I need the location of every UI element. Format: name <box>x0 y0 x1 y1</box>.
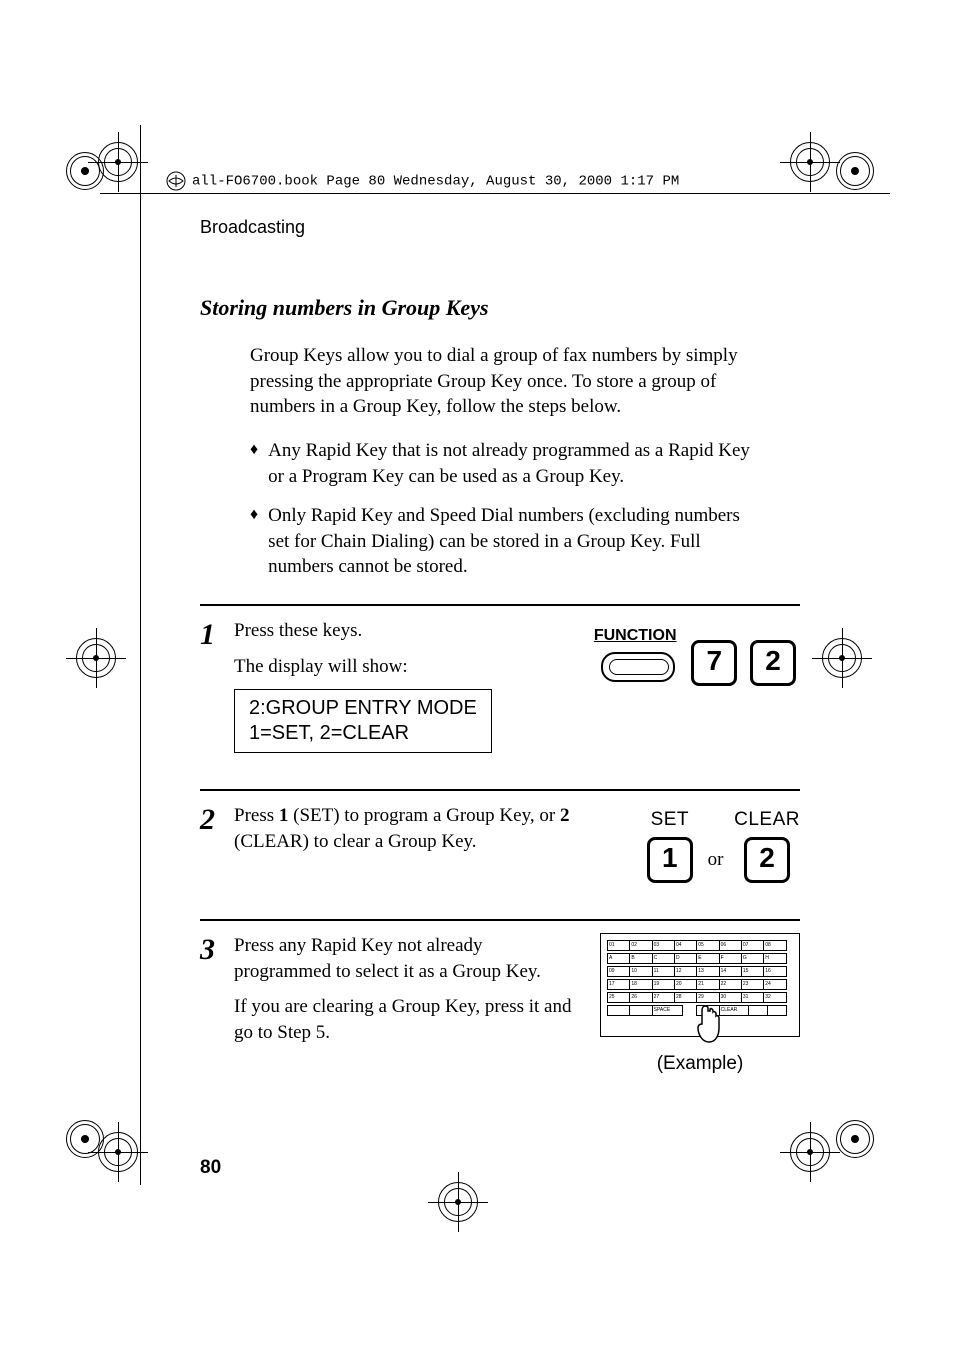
rapid-key-panel-illustration: 0102030405060708 ABCDEFGH 09101112131415… <box>600 933 800 1077</box>
crop-target-bot-left <box>98 1132 138 1172</box>
function-key-icon <box>601 652 675 682</box>
step-1-text: Press these keys. <box>234 618 576 644</box>
running-head: Broadcasting <box>200 215 800 239</box>
step-2: 2 Press 1 (SET) to program a Group Key, … <box>200 803 800 883</box>
bullet-text: Any Rapid Key that is not already progra… <box>268 438 762 489</box>
keypad-key-2: 2 <box>750 640 796 686</box>
clear-key-label: CLEAR <box>734 807 800 833</box>
bullet-text: Only Rapid Key and Speed Dial numbers (e… <box>268 503 762 580</box>
crop-target-mid-left <box>76 638 116 678</box>
crop-ball-top-right <box>836 152 874 190</box>
crop-ball-bot-right <box>836 1120 874 1158</box>
bullet-item: ♦ Only Rapid Key and Speed Dial numbers … <box>250 503 762 580</box>
function-key-label: FUNCTION <box>594 627 677 644</box>
divider <box>200 919 800 921</box>
step-1: 1 Press these keys. The display will sho… <box>200 618 800 753</box>
pointing-hand-icon <box>693 1004 723 1044</box>
book-path-text: all-FO6700.book Page 80 Wednesday, Augus… <box>192 174 679 190</box>
bullet-diamond-icon: ♦ <box>250 438 258 489</box>
section-title: Storing numbers in Group Keys <box>200 293 800 323</box>
bullet-diamond-icon: ♦ <box>250 503 258 580</box>
crop-target-bot-center <box>438 1182 478 1222</box>
book-icon <box>166 171 186 191</box>
set-key-label: SET <box>643 807 697 833</box>
step-number: 3 <box>200 933 234 965</box>
step-number: 2 <box>200 803 234 835</box>
keypad-key-7: 7 <box>691 640 737 686</box>
page-frame: all-FO6700.book Page 80 Wednesday, Augus… <box>140 125 830 1185</box>
step-2-bold-2: 2 <box>560 805 570 826</box>
step-2-text-part: (CLEAR) to clear a Group Key. <box>234 831 477 852</box>
lcd-display: 2:GROUP ENTRY MODE 1=SET, 2=CLEAR <box>234 689 492 753</box>
step-2-text-part: (SET) to program a Group Key, or <box>288 805 560 826</box>
keypad-key-1: 1 <box>647 837 693 883</box>
display-line-1: 2:GROUP ENTRY MODE <box>249 696 477 721</box>
example-label: (Example) <box>600 1051 800 1077</box>
or-label: or <box>708 847 724 883</box>
crop-target-top-left <box>98 142 138 182</box>
intro-paragraph: Group Keys allow you to dial a group of … <box>250 343 762 420</box>
page-number: 80 <box>200 1157 221 1179</box>
step-2-bold-1: 1 <box>279 805 289 826</box>
book-header-path: all-FO6700.book Page 80 Wednesday, Augus… <box>140 171 830 191</box>
step-1-subtext: The display will show: <box>234 654 576 680</box>
step-3-subtext: If you are clearing a Group Key, press i… <box>234 994 582 1045</box>
keypad-key-2: 2 <box>744 837 790 883</box>
step-3-text: Press any Rapid Key not already programm… <box>234 933 582 984</box>
display-line-2: 1=SET, 2=CLEAR <box>249 721 477 746</box>
step-3: 3 Press any Rapid Key not already progra… <box>200 933 800 1077</box>
step-2-text-part: Press <box>234 805 279 826</box>
bullet-item: ♦ Any Rapid Key that is not already prog… <box>250 438 762 489</box>
divider <box>200 789 800 791</box>
step-number: 1 <box>200 618 234 650</box>
divider <box>200 604 800 606</box>
